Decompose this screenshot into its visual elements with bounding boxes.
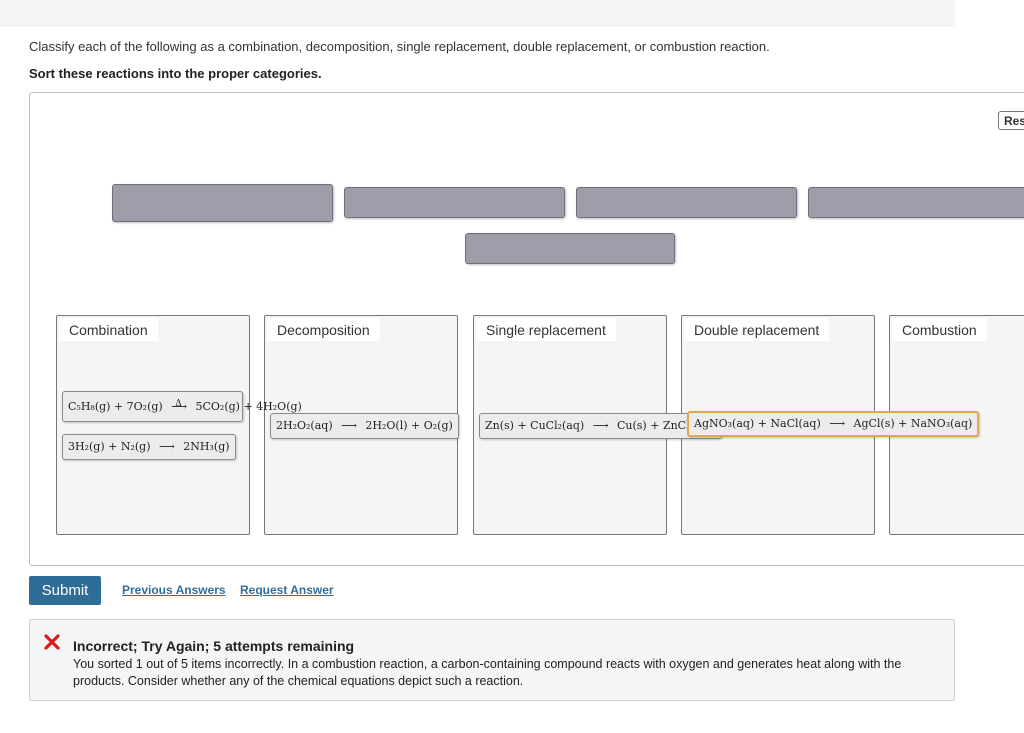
- bin-combination[interactable]: Combination: [56, 315, 250, 535]
- request-answer-link[interactable]: Request Answer: [240, 583, 334, 597]
- previous-answers-link[interactable]: Previous Answers: [122, 583, 226, 597]
- reaction-chip[interactable]: 2H₂O₂(aq) ⟶ 2H₂O(l) + O₂(g): [270, 413, 459, 439]
- reaction-arrow: ⟶: [829, 417, 846, 430]
- reaction-chip[interactable]: C₅H₈(g) + 7O₂(g) Δ ⟶ 5CO₂(g) + 4H₂O(g): [62, 391, 302, 422]
- bin-label: Decomposition: [267, 318, 380, 341]
- task-prompt: Sort these reactions into the proper cat…: [29, 66, 322, 81]
- bin-label: Combination: [59, 318, 158, 341]
- reaction-reactants: 2H₂O₂(aq): [276, 419, 333, 432]
- reaction-arrow: ⟶: [592, 419, 609, 432]
- bin-label: Combustion: [892, 318, 987, 341]
- reaction-products: 5CO₂(g) + 4H₂O(g): [195, 400, 302, 413]
- reaction-reactants: C₅H₈(g) + 7O₂(g): [68, 400, 163, 413]
- incorrect-x-icon: [44, 634, 60, 650]
- bin-label: Double replacement: [684, 318, 830, 341]
- empty-slot[interactable]: [465, 233, 675, 264]
- feedback-message: You sorted 1 out of 5 items incorrectly.…: [73, 657, 902, 688]
- reaction-arrow: Δ ⟶: [171, 399, 190, 413]
- top-bar: [0, 0, 955, 27]
- bin-label: Single replacement: [476, 318, 616, 341]
- feedback-title: Incorrect; Try Again; 5 attempts remaini…: [73, 638, 355, 654]
- reaction-reactants: 3H₂(g) + N₂(g): [68, 440, 151, 453]
- feedback-panel: Incorrect; Try Again; 5 attempts remaini…: [29, 619, 955, 701]
- reaction-products: AgCl(s) + NaNO₃(aq): [853, 417, 973, 430]
- heat-delta-symbol: Δ: [175, 399, 182, 409]
- reaction-chip[interactable]: Zn(s) + CuCl₂(aq) ⟶ Cu(s) + ZnCl₂(aq): [479, 413, 723, 439]
- reaction-chip-incorrect[interactable]: AgNO₃(aq) + NaCl(aq) ⟶ AgCl(s) + NaNO₃(a…: [687, 411, 980, 437]
- empty-slot[interactable]: [576, 187, 797, 218]
- instructions-text: Classify each of the following as a comb…: [29, 39, 770, 54]
- reaction-chip[interactable]: 3H₂(g) + N₂(g) ⟶ 2NH₃(g): [62, 434, 236, 460]
- reaction-products: 2NH₃(g): [183, 440, 230, 453]
- reaction-products: 2H₂O(l) + O₂(g): [365, 419, 453, 432]
- reaction-arrow: ⟶: [341, 419, 357, 432]
- reaction-reactants: AgNO₃(aq) + NaCl(aq): [694, 417, 821, 430]
- submit-button[interactable]: Submit: [29, 576, 101, 605]
- empty-slot[interactable]: [344, 187, 565, 218]
- empty-slot[interactable]: [112, 184, 333, 222]
- reset-button[interactable]: Res: [998, 111, 1024, 130]
- empty-slot[interactable]: [808, 187, 1024, 218]
- reaction-reactants: Zn(s) + CuCl₂(aq): [485, 419, 585, 432]
- reaction-arrow: ⟶: [159, 440, 175, 453]
